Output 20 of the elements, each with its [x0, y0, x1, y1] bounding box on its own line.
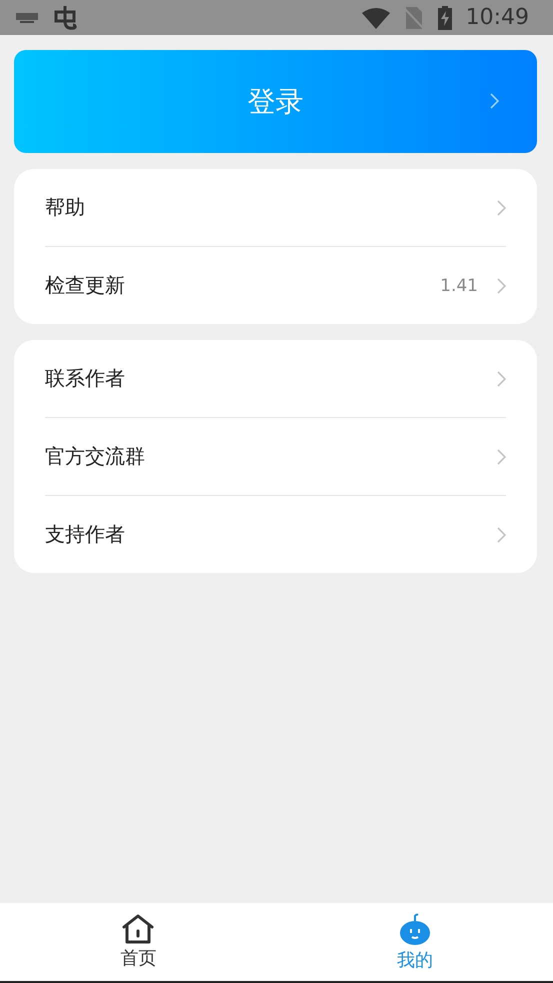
chevron-icon: [496, 276, 506, 294]
chevron-icon: [496, 198, 506, 216]
menu-item[interactable]: 联系作者: [45, 340, 506, 417]
chevron-icon: [496, 448, 506, 466]
chevron-icon: [496, 526, 506, 544]
version-value: 1.41: [440, 276, 478, 296]
nav-tab[interactable]: 首页: [0, 903, 276, 981]
robot-icon: [398, 912, 432, 946]
chevron-icon: [489, 92, 499, 110]
menu-item[interactable]: 检查更新 1.41: [45, 246, 506, 324]
home-icon: [121, 914, 156, 944]
menu-item[interactable]: 帮助: [45, 169, 506, 246]
battery-charging-icon: [438, 6, 452, 30]
chevron-icon: [496, 370, 506, 388]
no-sim-icon: [404, 6, 424, 28]
wifi-icon: [362, 6, 390, 28]
menu-item[interactable]: 官方交流群: [45, 417, 506, 495]
status-time: 10:49: [466, 5, 529, 30]
menu-item[interactable]: 支持作者: [45, 495, 506, 573]
keyboard-icon: [16, 12, 38, 22]
